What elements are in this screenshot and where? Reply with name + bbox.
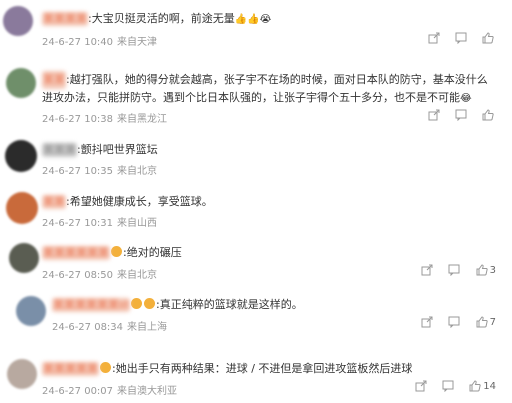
emoji-text: 😂 [460, 93, 472, 104]
comment-text: :越打强队，她的得分就会越高，张子宇不在场的时候，面对日本队的防守，基本没什么进… [42, 73, 488, 104]
timestamp: 24-6-27 10:40 [42, 37, 114, 48]
timestamp: 24-6-27 00:07 [42, 386, 114, 397]
username[interactable]: 某某某某某 [42, 362, 99, 376]
location: 来自北京 [117, 270, 158, 281]
timestamp: 24-6-27 10:35 [42, 166, 114, 177]
comment-icon[interactable] [442, 380, 454, 393]
like-button[interactable]: 14 [469, 380, 496, 392]
comment-line: 某某:越打强队，她的得分就会越高，张子宇不在场的时候，面对日本队的防守，基本没什… [42, 71, 492, 108]
avatar[interactable] [16, 296, 46, 326]
like-button[interactable] [482, 109, 496, 121]
comment-line: 某某某:颤抖吧世界篮坛 [42, 143, 158, 157]
like-icon [476, 316, 488, 328]
location: 来自澳大利亚 [117, 386, 178, 397]
comment-meta: 24-6-27 10:35 来自北京 [42, 162, 157, 177]
username[interactable]: 某某某某某某st [52, 298, 131, 312]
comment-actions [416, 109, 496, 122]
comment-text: :颤抖吧世界篮坛 [77, 143, 158, 156]
like-icon [476, 264, 488, 276]
comment-text: :大宝贝挺灵活的啊，前途无量 [88, 12, 235, 25]
comment-line: 某某:希望她健康成长，享受篮球。 [42, 195, 213, 209]
comment-icon[interactable] [448, 264, 460, 277]
avatar[interactable] [3, 6, 33, 36]
comment-line: 某某某某某某 :绝对的碾压 [42, 246, 182, 260]
comment-text: :她出手只有两种结果：进球 / 不进但是拿回进攻篮板然后进球 [112, 362, 413, 375]
comment-meta: 24-6-27 10:38 来自黑龙江 [42, 110, 167, 125]
comment-text: :绝对的碾压 [123, 246, 182, 259]
comment-text: :希望她健康成长，享受篮球。 [66, 195, 213, 208]
username[interactable]: 某某 [42, 71, 66, 89]
username[interactable]: 某某 [42, 195, 66, 209]
emoji-text: 👍👍😭 [234, 14, 272, 25]
avatar[interactable] [5, 140, 37, 172]
comment-meta: 24-6-27 10:31 来自山西 [42, 214, 157, 229]
avatar[interactable] [9, 243, 39, 273]
username[interactable]: 某某某某 [42, 12, 88, 26]
like-icon [482, 32, 494, 44]
comment-actions: 3 [409, 264, 496, 277]
comment-icon[interactable] [455, 109, 467, 122]
like-count: 3 [489, 264, 496, 276]
fan-badge-icon [111, 246, 122, 257]
location: 来自天津 [117, 37, 158, 48]
crown-badge-icon [131, 298, 143, 309]
fan-badge-icon [100, 362, 111, 373]
username[interactable]: 某某某 [42, 143, 77, 157]
like-icon [469, 380, 481, 392]
timestamp: 24-6-27 10:38 [42, 114, 114, 125]
comment-meta: 24-6-27 08:50 来自北京 [42, 266, 157, 281]
like-count: 7 [489, 316, 496, 328]
avatar[interactable] [6, 192, 38, 224]
timestamp: 24-6-27 10:31 [42, 218, 114, 229]
location: 来自山西 [117, 218, 158, 229]
like-button[interactable] [482, 32, 496, 44]
like-button[interactable]: 3 [476, 264, 496, 276]
comment-text: :真正纯粹的篮球就是这样的。 [156, 298, 303, 311]
comment-actions: 14 [403, 380, 496, 393]
avatar[interactable] [6, 68, 36, 98]
comment-meta: 24-6-27 10:40 来自天津 [42, 33, 157, 48]
location: 来自上海 [127, 322, 168, 333]
share-icon[interactable] [415, 380, 427, 392]
fan-badge-icon [144, 298, 156, 309]
share-icon[interactable] [421, 264, 433, 276]
share-icon[interactable] [421, 316, 433, 328]
comment-line: 某某某某某 :她出手只有两种结果：进球 / 不进但是拿回进攻篮板然后进球 [42, 362, 412, 376]
like-button[interactable]: 7 [476, 316, 496, 328]
comment-line: 某某某某:大宝贝挺灵活的啊，前途无量👍👍😭 [42, 12, 271, 27]
comment-meta: 24-6-27 00:07 来自澳大利亚 [42, 382, 177, 397]
username[interactable]: 某某某某某某 [42, 246, 110, 260]
comment-actions: 7 [409, 316, 496, 329]
comment-icon[interactable] [448, 316, 460, 329]
share-icon[interactable] [428, 109, 440, 121]
timestamp: 24-6-27 08:34 [52, 322, 124, 333]
timestamp: 24-6-27 08:50 [42, 270, 114, 281]
avatar[interactable] [7, 359, 37, 389]
comment-icon[interactable] [455, 32, 467, 45]
comment-line: 某某某某某某st :真正纯粹的篮球就是这样的。 [52, 298, 303, 312]
location: 来自黑龙江 [117, 114, 168, 125]
comment-meta: 24-6-27 08:34 来自上海 [52, 318, 167, 333]
like-count: 14 [483, 380, 496, 392]
share-icon[interactable] [428, 32, 440, 44]
comment-actions [416, 32, 496, 45]
like-icon [482, 109, 494, 121]
location: 来自北京 [117, 166, 158, 177]
